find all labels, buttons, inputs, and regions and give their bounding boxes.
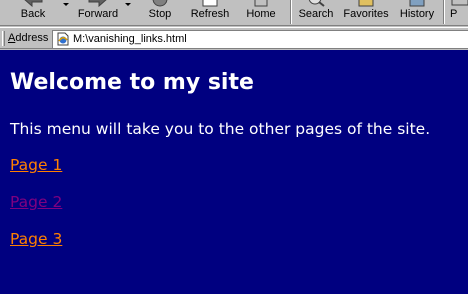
page-content: Welcome to my site This menu will take y… [0,50,468,294]
intro-text: This menu will take you to the other pag… [10,120,431,138]
address-label-rest: ddress [15,32,49,44]
refresh-button[interactable]: Refresh [186,0,234,25]
favorites-icon [358,0,374,7]
home-label: Home [246,8,276,20]
toolbar-separator [443,0,445,24]
forward-dropdown-icon[interactable] [125,3,131,6]
history-icon [409,0,425,7]
page-icon [57,32,69,46]
forward-label: Forward [77,8,119,20]
back-button[interactable]: Back [10,0,56,25]
page-1-link[interactable]: Page 1 [10,156,62,174]
page-3-link[interactable]: Page 3 [10,230,62,248]
forward-button[interactable]: Forward [72,0,124,25]
favorites-button[interactable]: Favorites [341,0,391,25]
address-bar: Address M:\vanishing_links.html [0,27,468,49]
page-2-link[interactable]: Page 2 [10,193,62,211]
home-button[interactable]: Home [240,0,282,25]
history-button[interactable]: History [396,0,438,25]
print-icon [451,0,468,6]
forward-arrow-icon [88,0,107,7]
home-icon [254,0,268,7]
stop-icon [152,0,168,7]
back-arrow-icon [24,0,43,7]
print-label: P [450,8,458,20]
address-url[interactable]: M:\vanishing_links.html [73,33,187,45]
search-button[interactable]: Search [295,0,337,25]
back-label: Back [20,8,46,20]
page-title: Welcome to my site [10,70,254,95]
search-label: Search [298,8,334,20]
browser-toolbar: Back Forward Stop Refresh Home Search Fa… [0,0,468,26]
history-label: History [399,8,435,20]
refresh-icon [202,0,218,7]
refresh-label: Refresh [190,8,230,20]
address-label: Address [8,32,48,44]
address-bar-grip[interactable] [2,31,5,46]
print-button[interactable]: P [450,0,468,25]
favorites-label: Favorites [343,8,389,20]
address-field[interactable]: M:\vanishing_links.html [52,30,468,48]
stop-label: Stop [148,8,172,20]
stop-button[interactable]: Stop [140,0,180,25]
search-icon [308,0,325,7]
toolbar-separator [290,0,292,24]
back-dropdown-icon[interactable] [63,3,69,6]
